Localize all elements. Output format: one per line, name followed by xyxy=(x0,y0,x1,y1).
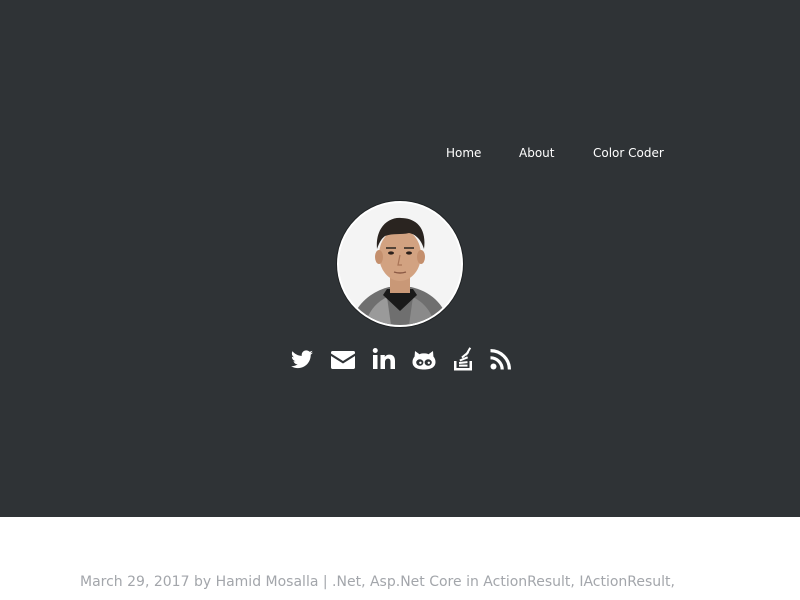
stackoverflow-icon[interactable] xyxy=(451,346,477,372)
email-icon[interactable] xyxy=(330,346,356,372)
post-date: March 29, 2017 xyxy=(80,574,190,590)
profile-photo xyxy=(339,203,461,325)
site-header: Home About Color Coder xyxy=(0,0,800,517)
nav-item-about[interactable]: About xyxy=(519,146,554,160)
avatar xyxy=(337,201,463,327)
post-author-link[interactable]: Hamid Mosalla xyxy=(216,574,319,590)
main-nav: Home About Color Coder xyxy=(0,146,800,162)
tag-link-actionresult[interactable]: ActionResult, xyxy=(483,574,575,590)
github-icon[interactable] xyxy=(411,346,437,372)
twitter-icon[interactable] xyxy=(289,346,315,372)
category-link-net[interactable]: .Net, xyxy=(332,574,365,590)
nav-item-home[interactable]: Home xyxy=(446,146,481,160)
nav-item-color-coder[interactable]: Color Coder xyxy=(593,146,664,160)
rss-icon[interactable] xyxy=(488,346,514,372)
post-by-label: by xyxy=(193,574,212,590)
linkedin-icon[interactable] xyxy=(371,346,397,372)
social-links xyxy=(0,346,800,372)
tag-link-iactionresult[interactable]: IActionResult, xyxy=(579,574,675,590)
category-link-aspnet-core[interactable]: Asp.Net Core xyxy=(370,574,462,590)
post-in-label: in xyxy=(466,574,479,590)
meta-separator: | xyxy=(322,574,328,590)
post-meta: March 29, 2017 by Hamid Mosalla | .Net, … xyxy=(80,573,675,591)
